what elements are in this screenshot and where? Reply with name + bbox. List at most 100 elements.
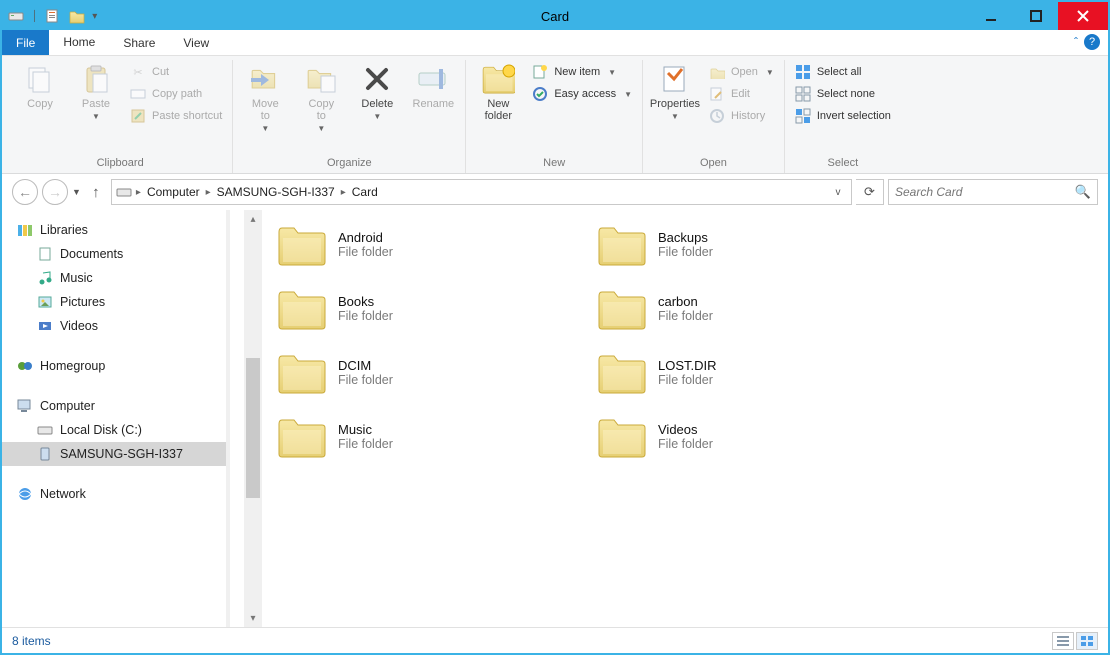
nav-samsung-device[interactable]: SAMSUNG-SGH-I337 <box>2 442 244 466</box>
folder-type: File folder <box>658 245 713 259</box>
easy-access-button[interactable]: Easy access▼ <box>528 84 636 104</box>
scroll-thumb[interactable] <box>246 358 260 498</box>
nav-videos[interactable]: Videos <box>2 314 244 338</box>
help-icon[interactable]: ? <box>1084 34 1100 50</box>
properties-button[interactable]: Properties▼ <box>649 60 701 121</box>
chevron-right-icon[interactable]: ▸ <box>341 187 346 198</box>
edit-icon <box>709 86 725 102</box>
qat-menu-icon[interactable]: ▾ <box>92 11 97 22</box>
icons-view-button[interactable] <box>1076 632 1098 650</box>
tab-share[interactable]: Share <box>109 30 169 55</box>
drive-icon <box>8 7 26 25</box>
folder-name: DCIM <box>338 358 393 373</box>
nav-computer[interactable]: Computer <box>2 394 244 418</box>
scroll-down-icon[interactable]: ▾ <box>250 609 255 627</box>
select-all-icon <box>795 64 811 80</box>
tab-file[interactable]: File <box>2 30 49 55</box>
copy-button[interactable]: Copy <box>14 60 66 110</box>
title-bar: │ ▾ Card <box>2 2 1108 30</box>
search-input[interactable] <box>895 185 1075 199</box>
collapse-ribbon-icon[interactable]: ˆ <box>1074 35 1078 49</box>
easy-access-icon <box>532 86 548 102</box>
forward-button[interactable]: → <box>42 179 68 205</box>
nav-scrollbar[interactable]: ▴ ▾ <box>226 210 244 627</box>
videos-icon <box>36 317 54 335</box>
close-button[interactable] <box>1058 2 1108 30</box>
window-title: Card <box>2 9 1108 24</box>
properties-icon[interactable] <box>44 7 62 25</box>
crumb-device[interactable]: SAMSUNG-SGH-I337 <box>213 185 339 199</box>
delete-button[interactable]: Delete▼ <box>351 60 403 121</box>
cut-button[interactable]: ✂Cut <box>126 62 226 82</box>
folder-item[interactable]: carbon File folder <box>596 286 916 330</box>
address-dropdown[interactable]: v <box>829 187 847 198</box>
folder-name: Android <box>338 230 393 245</box>
scroll-up-icon[interactable]: ▴ <box>232 210 237 228</box>
history-icon <box>709 108 725 124</box>
explorer-window: │ ▾ Card File Home Share View ˆ ? <box>0 0 1110 655</box>
crumb-card[interactable]: Card <box>348 185 382 199</box>
navigation-pane: Libraries Documents Music Pictures Video… <box>2 210 244 627</box>
nav-homegroup[interactable]: Homegroup <box>2 354 244 378</box>
scroll-up-icon[interactable]: ▴ <box>250 210 255 228</box>
up-button[interactable]: ↑ <box>85 184 107 201</box>
new-folder-icon[interactable] <box>68 7 86 25</box>
new-item-button[interactable]: New item▼ <box>528 62 636 82</box>
minimize-button[interactable] <box>968 2 1013 30</box>
nav-music[interactable]: Music <box>2 266 244 290</box>
shortcut-icon <box>130 108 146 124</box>
folder-item[interactable]: DCIM File folder <box>276 350 596 394</box>
invert-selection-button[interactable]: Invert selection <box>791 106 895 126</box>
folder-name: Books <box>338 294 393 309</box>
group-label: Organize <box>327 155 372 173</box>
nav-documents[interactable]: Documents <box>2 242 244 266</box>
content-scrollbar[interactable]: ▴ ▾ <box>244 210 262 627</box>
group-label: Open <box>700 155 727 173</box>
copy-to-button[interactable]: Copy to▼ <box>295 60 347 133</box>
tab-view[interactable]: View <box>169 30 223 55</box>
select-none-icon <box>795 86 811 102</box>
music-icon <box>36 269 54 287</box>
recent-dropdown[interactable]: ▼ <box>72 187 81 197</box>
folder-item[interactable]: Backups File folder <box>596 222 916 266</box>
scroll-down-icon[interactable]: ▾ <box>232 609 237 627</box>
nav-row: ← → ▼ ↑ ▸ Computer ▸ SAMSUNG-SGH-I337 ▸ … <box>2 174 1108 210</box>
details-view-button[interactable] <box>1052 632 1074 650</box>
select-none-button[interactable]: Select none <box>791 84 895 104</box>
disk-icon <box>36 421 54 439</box>
nav-pictures[interactable]: Pictures <box>2 290 244 314</box>
rename-button[interactable]: Rename <box>407 60 459 110</box>
nav-libraries[interactable]: Libraries <box>2 218 244 242</box>
document-icon <box>36 245 54 263</box>
folder-item[interactable]: Android File folder <box>276 222 596 266</box>
chevron-right-icon[interactable]: ▸ <box>206 187 211 198</box>
history-button[interactable]: History <box>705 106 778 126</box>
folder-item[interactable]: LOST.DIR File folder <box>596 350 916 394</box>
select-all-button[interactable]: Select all <box>791 62 895 82</box>
folder-item[interactable]: Books File folder <box>276 286 596 330</box>
crumb-computer[interactable]: Computer <box>143 185 204 199</box>
move-to-button[interactable]: Move to▼ <box>239 60 291 133</box>
paste-button[interactable]: Paste ▼ <box>70 60 122 121</box>
edit-button[interactable]: Edit <box>705 84 778 104</box>
tab-home[interactable]: Home <box>49 30 109 55</box>
new-folder-button[interactable]: New folder <box>472 60 524 122</box>
open-button[interactable]: Open▼ <box>705 62 778 82</box>
back-button[interactable]: ← <box>12 179 38 205</box>
folder-item[interactable]: Videos File folder <box>596 414 916 458</box>
nav-network[interactable]: Network <box>2 482 244 506</box>
status-bar: 8 items <box>2 627 1108 653</box>
refresh-button[interactable]: ⟳ <box>856 179 884 205</box>
folder-item[interactable]: Music File folder <box>276 414 596 458</box>
folder-type: File folder <box>338 309 393 323</box>
folder-icon <box>596 350 646 394</box>
group-new: New folder New item▼ Easy access▼ New <box>466 60 643 173</box>
address-bar[interactable]: ▸ Computer ▸ SAMSUNG-SGH-I337 ▸ Card v <box>111 179 852 205</box>
maximize-button[interactable] <box>1013 2 1058 30</box>
copy-path-button[interactable]: Copy path <box>126 84 226 104</box>
invert-icon <box>795 108 811 124</box>
nav-local-disk[interactable]: Local Disk (C:) <box>2 418 244 442</box>
search-box[interactable]: 🔍 <box>888 179 1098 205</box>
paste-shortcut-button[interactable]: Paste shortcut <box>126 106 226 126</box>
chevron-right-icon[interactable]: ▸ <box>136 187 141 198</box>
